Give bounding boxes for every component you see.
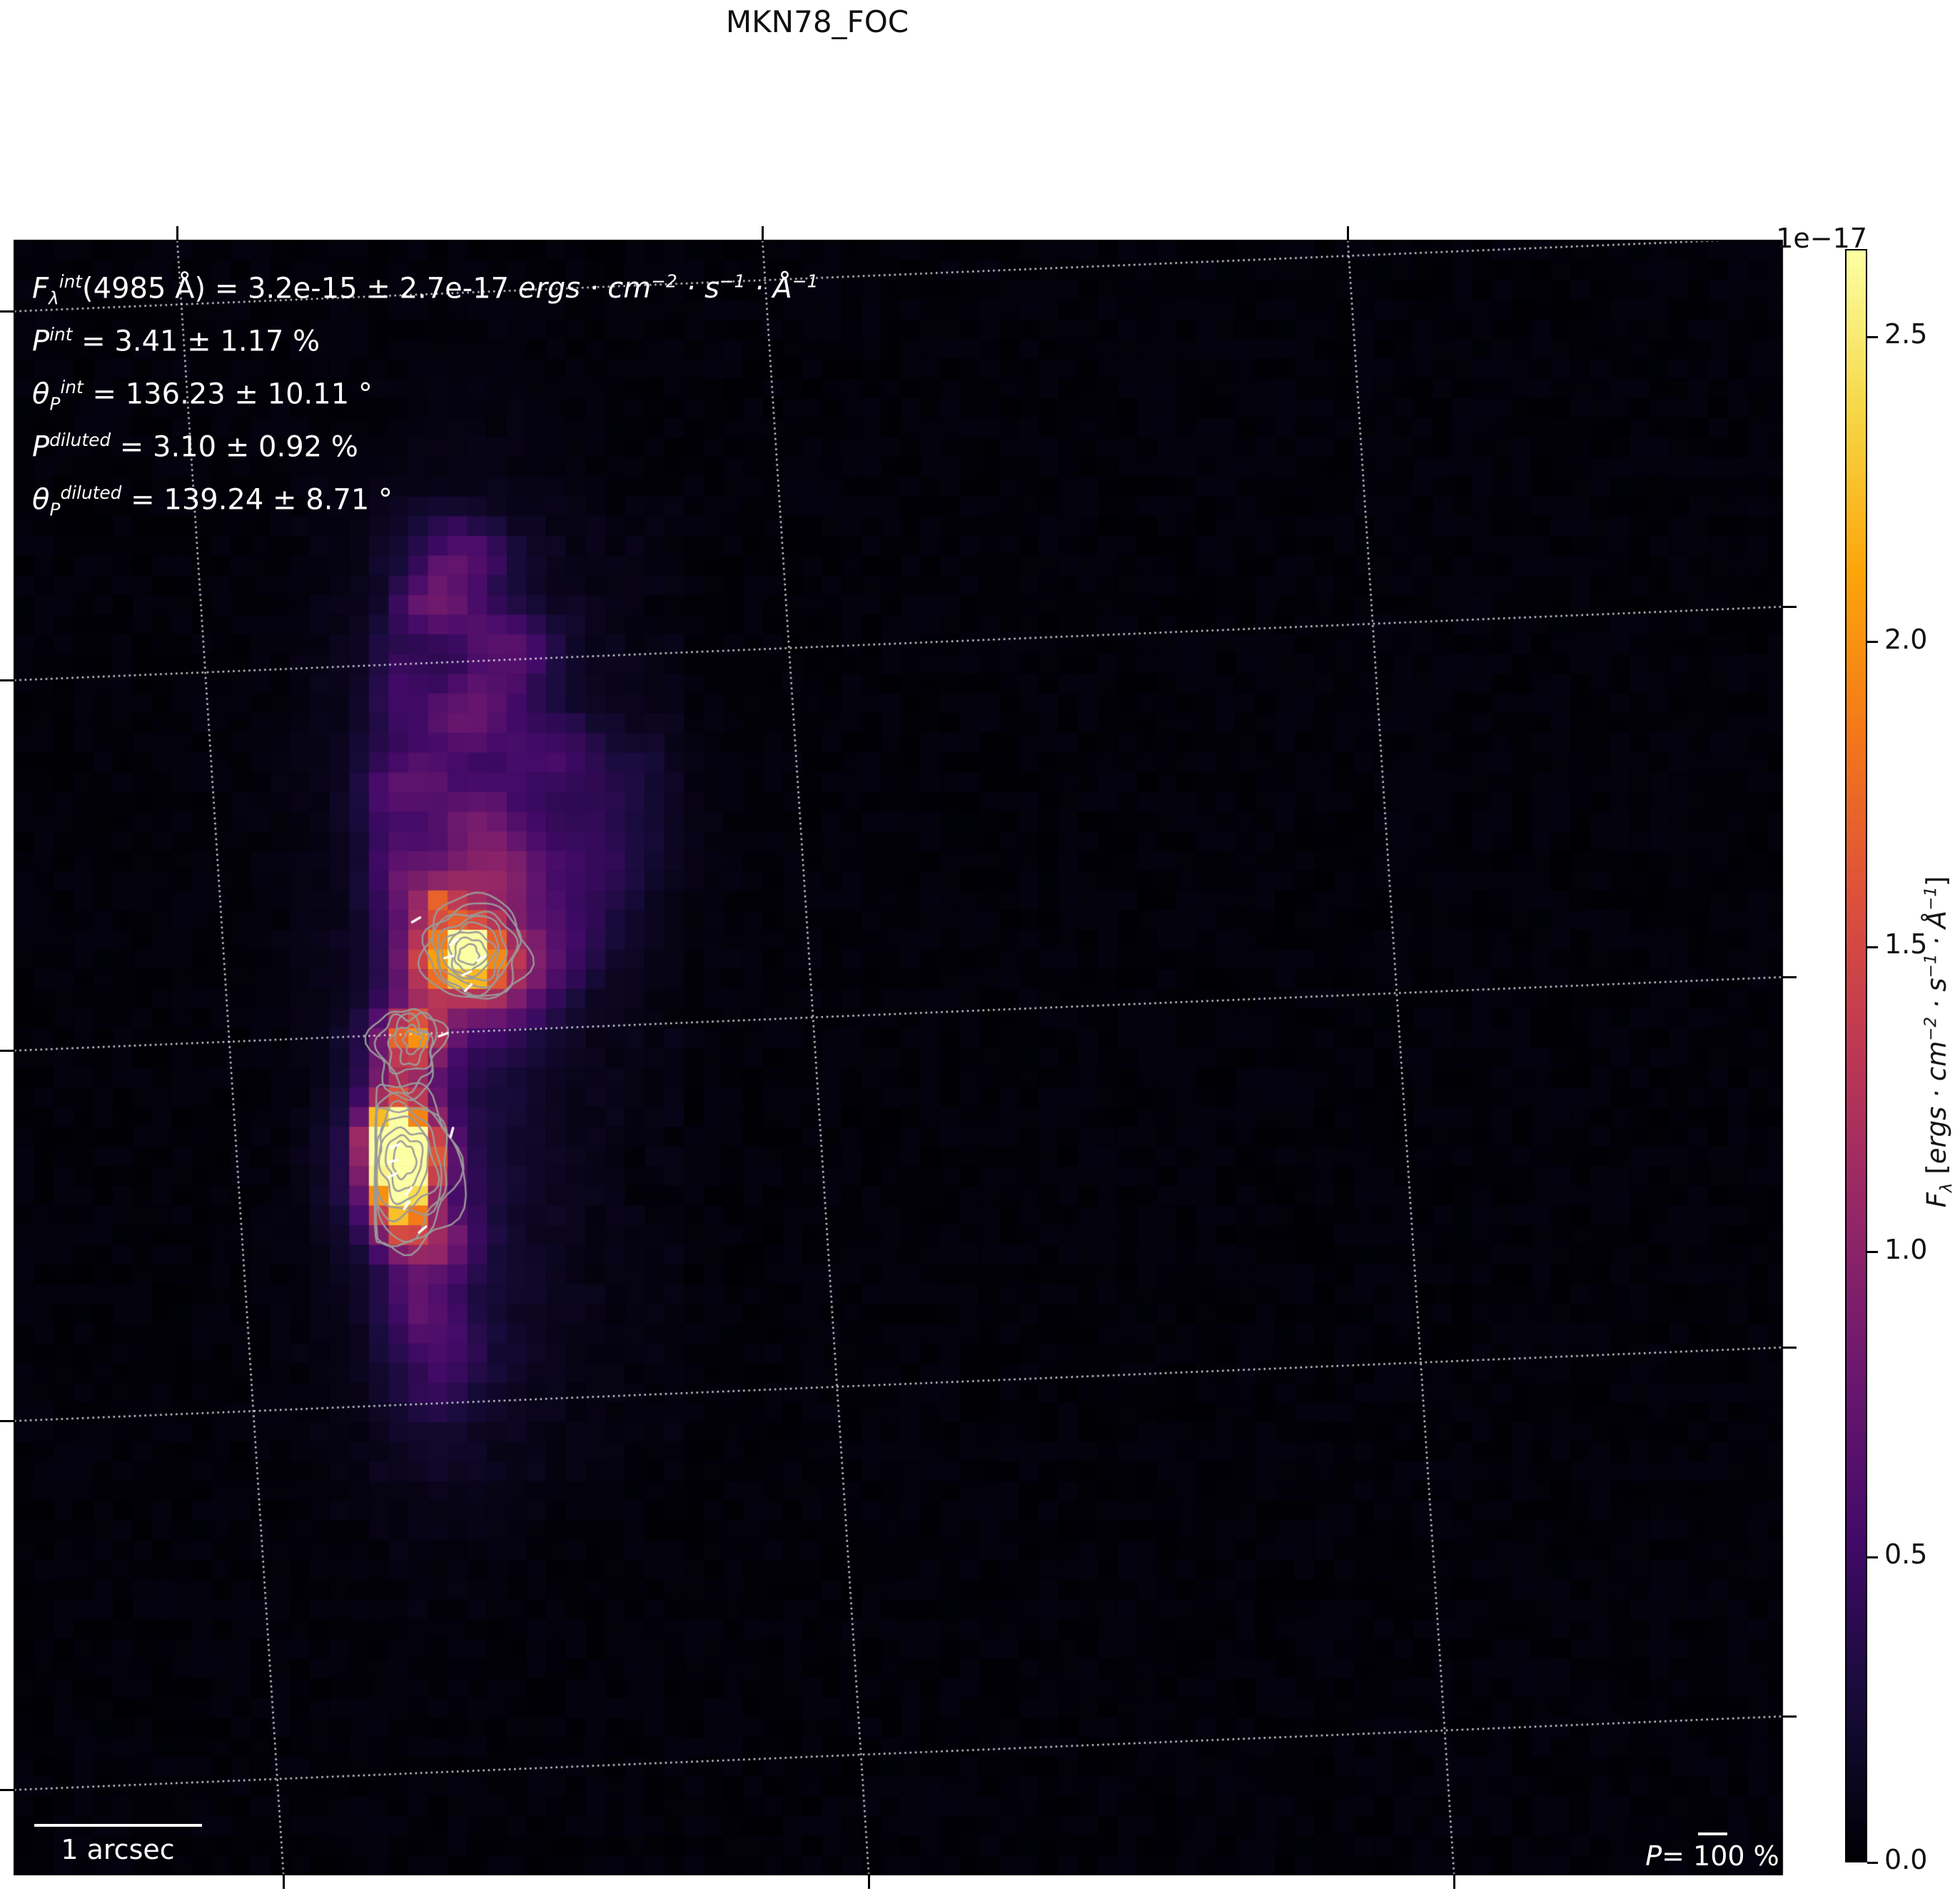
axis-tick	[1782, 1346, 1797, 1349]
colorbar-tick	[1867, 946, 1878, 948]
colorbar-axis-label: Fλ [ergs · cm−2 · s−1 · Å−1]	[1921, 876, 1956, 1208]
axis-tick	[867, 1875, 870, 1889]
axis-tick	[761, 226, 764, 240]
annotation-p-diluted: Pdiluted = 3.10 ± 0.92 %	[32, 430, 358, 464]
axis-tick	[0, 310, 14, 313]
annotation-theta-int: θPint = 136.23 ± 10.11 °	[32, 377, 373, 415]
measurement-annotations: Fλint(4985 Å) = 3.2e-15 ± 2.7e-17 ergs ·…	[32, 255, 818, 519]
axis-tick	[0, 679, 14, 681]
colorbar-tick-label: 1.0	[1884, 1233, 1928, 1265]
colorbar-tick	[1867, 1861, 1878, 1864]
colorbar-tick-label: 0.0	[1884, 1844, 1928, 1875]
axis-tick	[1782, 975, 1797, 978]
axis-tick	[0, 1049, 14, 1052]
annotation-p-int: Pint = 3.41 ± 1.17 %	[32, 324, 320, 358]
axis-tick	[282, 1875, 285, 1889]
figure-page: { "title": "MKN78_FOC", "annotations": {…	[0, 0, 1960, 1891]
colorbar-tick	[1867, 335, 1878, 338]
scalebar-label: 1 arcsec	[61, 1834, 175, 1865]
colorbar-tick	[1867, 1251, 1878, 1254]
annotation-flux: Fλint(4985 Å) = 3.2e-15 ± 2.7e-17 ergs ·…	[32, 271, 819, 309]
figure-title: MKN78_FOC	[725, 4, 909, 39]
axis-tick	[0, 1419, 14, 1422]
colorbar-tick-label: 0.5	[1884, 1538, 1928, 1571]
scalebar-line	[34, 1824, 202, 1827]
colorbar-tick-label: 2.5	[1884, 318, 1928, 350]
axis-tick	[1453, 1875, 1455, 1889]
axis-tick	[1346, 226, 1349, 240]
colorbar	[1845, 249, 1867, 1862]
polarization-scale-label: P= 100 %	[1645, 1840, 1779, 1872]
colorbar-tick	[1867, 1556, 1878, 1558]
colorbar-tick-label: 2.0	[1884, 623, 1928, 655]
annotation-theta-diluted: θPdiluted = 139.24 ± 8.71 °	[32, 482, 393, 520]
polarization-scale-bar	[1698, 1832, 1727, 1835]
colorbar-offset-label: 1e−17	[1776, 223, 1867, 254]
axis-tick	[1782, 605, 1797, 608]
colorbar-tick	[1867, 641, 1878, 644]
axis-tick	[0, 1788, 14, 1791]
axis-tick	[176, 226, 178, 240]
axis-tick	[1782, 1715, 1797, 1718]
